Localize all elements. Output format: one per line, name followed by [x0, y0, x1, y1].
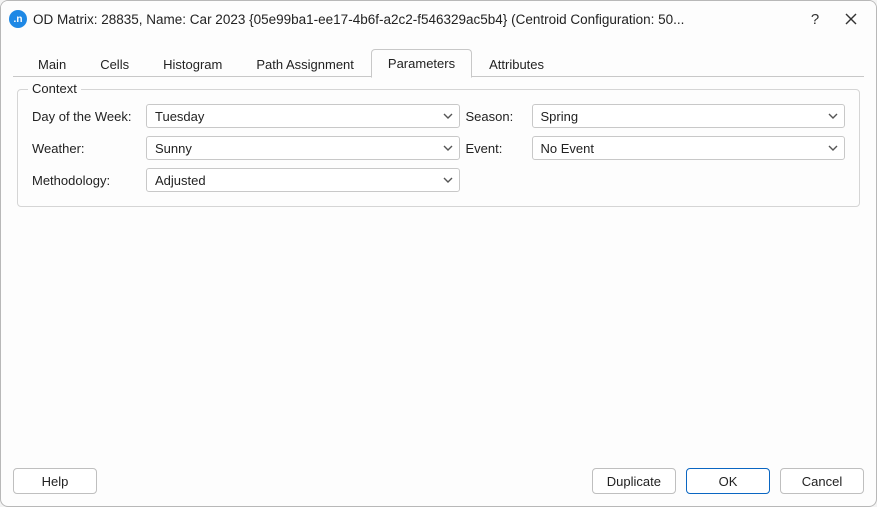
- weather-combo[interactable]: Sunny: [146, 136, 460, 160]
- tab-attributes[interactable]: Attributes: [472, 50, 561, 78]
- tab-cells[interactable]: Cells: [83, 50, 146, 78]
- tab-panel-parameters: Context Day of the Week: Tuesday Season:…: [13, 77, 864, 462]
- dialog-window: .n OD Matrix: 28835, Name: Car 2023 {05e…: [0, 0, 877, 507]
- duplicate-button[interactable]: Duplicate: [592, 468, 676, 494]
- event-label: Event:: [466, 141, 526, 156]
- app-icon: .n: [9, 10, 27, 28]
- chevron-down-icon: [443, 145, 453, 151]
- weather-label: Weather:: [32, 141, 140, 156]
- season-label: Season:: [466, 109, 526, 124]
- season-value: Spring: [541, 109, 579, 124]
- ok-button[interactable]: OK: [686, 468, 770, 494]
- day-of-week-combo[interactable]: Tuesday: [146, 104, 460, 128]
- chevron-down-icon: [828, 113, 838, 119]
- tab-histogram[interactable]: Histogram: [146, 50, 239, 78]
- day-of-week-value: Tuesday: [155, 109, 204, 124]
- cancel-button[interactable]: Cancel: [780, 468, 864, 494]
- event-combo[interactable]: No Event: [532, 136, 846, 160]
- dialog-footer: Help Duplicate OK Cancel: [13, 462, 864, 494]
- help-titlebar-button[interactable]: ?: [800, 5, 830, 33]
- methodology-label: Methodology:: [32, 173, 140, 188]
- chevron-down-icon: [828, 145, 838, 151]
- context-form: Day of the Week: Tuesday Season: Spring: [32, 104, 845, 192]
- window-title: OD Matrix: 28835, Name: Car 2023 {05e99b…: [33, 12, 794, 27]
- dialog-body: Main Cells Histogram Path Assignment Par…: [1, 37, 876, 506]
- chevron-down-icon: [443, 177, 453, 183]
- tab-bar: Main Cells Histogram Path Assignment Par…: [13, 45, 864, 77]
- chevron-down-icon: [443, 113, 453, 119]
- fieldset-legend: Context: [28, 81, 81, 96]
- context-fieldset: Context Day of the Week: Tuesday Season:…: [17, 89, 860, 207]
- help-button[interactable]: Help: [13, 468, 97, 494]
- tab-parameters[interactable]: Parameters: [371, 49, 472, 78]
- close-button[interactable]: [836, 5, 866, 33]
- day-of-week-label: Day of the Week:: [32, 109, 140, 124]
- titlebar: .n OD Matrix: 28835, Name: Car 2023 {05e…: [1, 1, 876, 37]
- close-icon: [845, 13, 857, 25]
- season-combo[interactable]: Spring: [532, 104, 846, 128]
- event-value: No Event: [541, 141, 594, 156]
- weather-value: Sunny: [155, 141, 192, 156]
- methodology-combo[interactable]: Adjusted: [146, 168, 460, 192]
- tab-path-assignment[interactable]: Path Assignment: [239, 50, 371, 78]
- methodology-value: Adjusted: [155, 173, 206, 188]
- tab-main[interactable]: Main: [21, 50, 83, 78]
